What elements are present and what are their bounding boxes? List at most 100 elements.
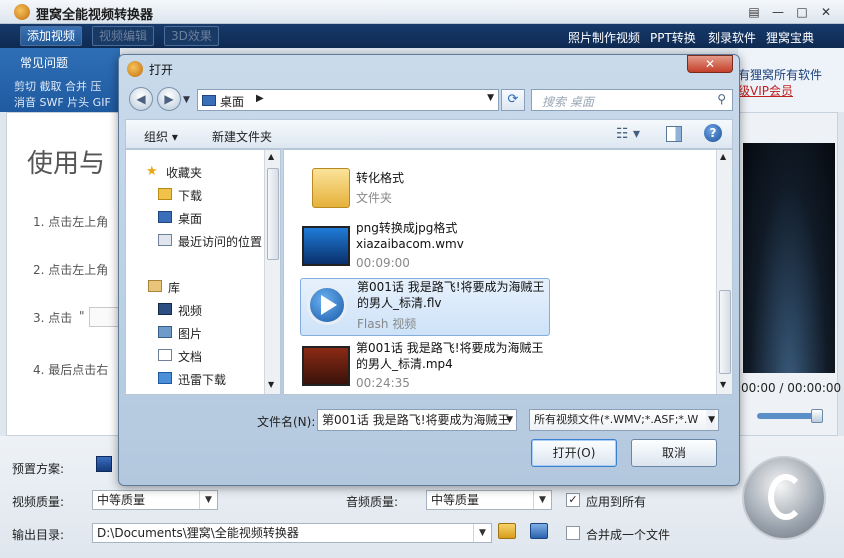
nav-library[interactable]: 库 [168,279,180,296]
view-options-icon[interactable]: ☷ ▾ [616,126,640,142]
desktop-icon [158,211,172,223]
video-thumbnail-icon [302,346,350,386]
thunder-download-icon [158,372,172,384]
audio-quality-select[interactable]: 中等质量 ▼ [426,490,552,510]
vip-link[interactable]: 级VIP会员 [738,82,793,99]
dialog-title: 打开 [149,63,174,77]
maximize-button[interactable]: □ [792,3,812,21]
preset-format-icon[interactable] [96,456,112,472]
new-folder-button[interactable]: 新建文件夹 [212,128,272,145]
file-item-mp4[interactable]: 第001话 我是路飞!将要成为海贼王 的男人_标清.mp4 00:24:35 [300,340,550,400]
scroll-down-icon[interactable]: ▼ [720,380,726,389]
nav-recent[interactable]: 最近访问的位置 [178,233,262,250]
nav-thunder-downloads[interactable]: 迅雷下载 [178,371,226,388]
history-dropdown-icon[interactable]: ▼ [183,95,190,105]
scroll-up-icon[interactable]: ▲ [268,152,274,161]
navigation-pane: ★ 收藏夹 下载 桌面 最近访问的位置 库 视频 图片 文档 迅雷下载 ▲ ▼ [125,149,281,395]
faq-links-line1[interactable]: 剪切 截取 合并 压 [14,78,102,94]
promo-text: 有狸窝所有软件 [738,68,823,82]
close-window-button[interactable]: ✕ [816,3,836,21]
volume-slider[interactable] [757,413,819,419]
organize-menu[interactable]: 组织 ▾ [144,128,178,145]
merge-checkbox[interactable] [566,526,580,540]
filename-label: 文件名(N): [257,415,316,429]
video-edit-button[interactable]: 视频编辑 [92,26,155,46]
faq-heading[interactable]: 常见问题 [20,54,68,71]
cancel-button[interactable]: 取消 [631,439,717,467]
nav-downloads[interactable]: 下载 [178,187,202,204]
address-text: 桌面 [220,95,245,109]
search-input[interactable]: 搜索 桌面 ⚲ [531,89,733,111]
open-folder-icon[interactable] [498,523,516,539]
file-meta: 00:09:00 [356,256,410,270]
chevron-down-icon: ▼ [199,491,217,509]
add-video-button[interactable]: 添加视频 [20,26,83,46]
video-preview: 00:00 / 00:00:00 [738,112,842,436]
app-title: 狸窝全能视频转换器 [36,8,154,23]
nav-pictures[interactable]: 图片 [178,325,202,342]
apply-all-label: 应用到所有 [586,495,647,509]
file-name: 转化格式 [356,171,405,185]
help-icon[interactable]: ? [704,124,722,142]
audio-quality-label: 音频质量: [346,495,399,509]
volume-slider-knob[interactable] [811,409,823,423]
convert-icon [768,474,804,520]
output-dir-select[interactable]: D:\Documents\狸窝\全能视频转换器 ▼ [92,523,492,543]
search-placeholder: 搜索 桌面 [542,95,594,109]
file-item-folder[interactable]: 转化格式 文件夹 [300,162,550,222]
play-icon [321,295,337,315]
scroll-down-icon[interactable]: ▼ [268,380,274,389]
scroll-up-icon[interactable]: ▲ [720,152,726,161]
app-logo-icon [14,4,30,20]
chevron-down-icon[interactable]: ▼ [506,410,513,430]
chevron-down-icon: ▼ [706,410,715,430]
preview-pane-icon[interactable] [666,126,682,142]
promo-strip: 有狸窝所有软件 级VIP会员 [738,48,844,112]
convert-button[interactable] [742,456,826,540]
chevron-down-icon: ▼ [533,491,551,509]
file-item-flv-selected[interactable]: 第001话 我是路飞!将要成为海贼王 的男人_标清.flv Flash 视频 [300,278,550,336]
file-meta: 文件夹 [356,191,393,205]
guide-panel: 使用与 1. 点击左上角 2. 点击左上角 3. 点击 " 4. 最后点击右 [6,112,120,436]
apply-all-checkbox[interactable]: ✓ [566,493,580,507]
link-ppt-convert[interactable]: PPT转换 [650,29,696,46]
breadcrumb-arrow-icon[interactable]: ▶ [256,93,264,104]
link-burn-software[interactable]: 刻录软件 [708,29,756,46]
audio-quality-value: 中等质量 [431,493,480,507]
link-liwo-guide[interactable]: 狸窝宝典 [766,29,814,46]
nav-favorites[interactable]: 收藏夹 [166,164,202,181]
faq-panel: 常见问题 剪切 截取 合并 压 消音 SWF 片头 GIF [0,48,120,112]
file-meta: Flash 视频 [357,317,417,331]
minimize-button[interactable]: — [768,3,788,21]
address-bar[interactable]: 桌面 ▶ ▼ [197,89,499,111]
filename-input[interactable]: 第001话 我是路飞!将要成为海贼王 ▼ [317,409,517,431]
nav-desktop[interactable]: 桌面 [178,210,202,227]
file-list-scrollbar[interactable]: ▲ ▼ [716,150,732,394]
file-name: png转换成jpg格式 [356,221,458,235]
nav-scroll-thumb[interactable] [267,168,279,260]
nav-documents[interactable]: 文档 [178,348,202,365]
browse-folder-icon[interactable] [530,523,548,539]
file-item-wmv[interactable]: png转换成jpg格式 xiazaibacom.wmv 00:09:00 [300,220,550,280]
guide-step-2: 2. 点击左上角 [33,263,109,277]
filetype-select[interactable]: 所有视频文件(*.WMV;*.ASF;*.W ▼ [529,409,719,431]
file-scroll-thumb[interactable] [719,290,731,374]
link-photo-video[interactable]: 照片制作视频 [568,29,640,46]
file-name-2: xiazaibacom.wmv [356,237,464,251]
guide-title: 使用与 [27,149,106,179]
nav-videos[interactable]: 视频 [178,302,202,319]
video-quality-select[interactable]: 中等质量 ▼ [92,490,218,510]
back-button[interactable]: ◀ [129,87,153,111]
nav-scrollbar[interactable]: ▲ ▼ [264,150,280,394]
skin-icon[interactable]: ▤ [744,3,764,21]
open-button[interactable]: 打开(O) [531,439,617,467]
merge-label: 合并成一个文件 [586,528,671,542]
faq-links-line2[interactable]: 消音 SWF 片头 GIF [14,94,111,110]
effect-3d-button[interactable]: 3D效果 [164,26,219,46]
playback-time: 00:00 / 00:00:00 [741,381,842,395]
forward-button[interactable]: ▶ [157,87,181,111]
filetype-value: 所有视频文件(*.WMV;*.ASF;*.W [534,413,699,426]
address-dropdown-icon[interactable]: ▼ [487,93,494,103]
refresh-button[interactable]: ⟳ [501,89,525,111]
dialog-close-button[interactable]: ✕ [687,55,733,73]
